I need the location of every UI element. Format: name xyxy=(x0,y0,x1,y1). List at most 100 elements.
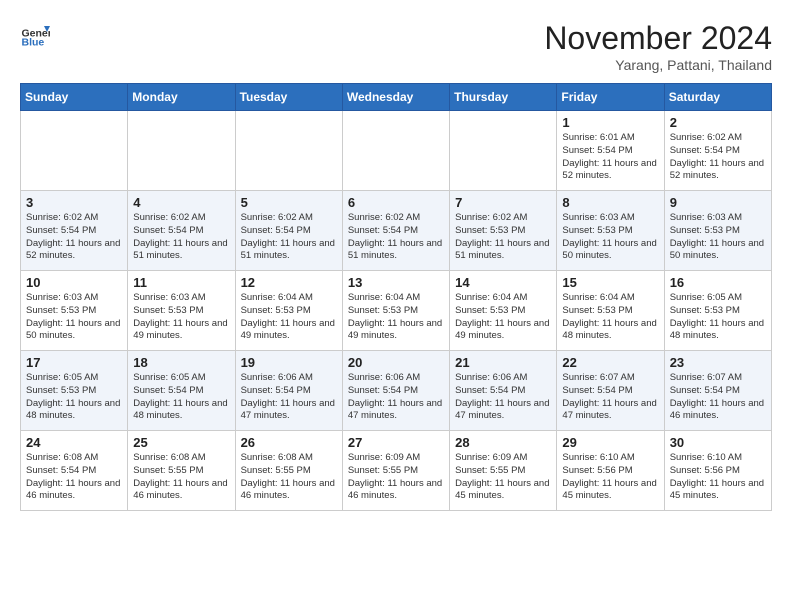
calendar-cell: 16 Sunrise: 6:05 AM Sunset: 5:53 PM Dayli… xyxy=(664,271,771,351)
calendar-cell: 29Sunrise: 6:10 AM Sunset: 5:56 PM Dayli… xyxy=(557,431,664,511)
day-info: Sunrise: 6:10 AM Sunset: 5:56 PM Dayligh… xyxy=(670,452,766,503)
day-number: 25 xyxy=(133,435,229,450)
day-number: 19 xyxy=(241,355,337,370)
calendar-cell: 23 Sunrise: 6:07 AM Sunset: 5:54 PM Dayli… xyxy=(664,351,771,431)
day-header: Friday xyxy=(557,84,664,111)
svg-text:Blue: Blue xyxy=(22,37,45,49)
location: Yarang, Pattani, Thailand xyxy=(544,57,772,73)
day-info: Sunrise: 6:02 AM Sunset: 5:54 PM Dayligh… xyxy=(670,132,766,183)
day-info: Sunrise: 6:03 AM Sunset: 5:53 PM Dayligh… xyxy=(562,212,658,263)
day-number: 23 xyxy=(670,355,766,370)
day-number: 11 xyxy=(133,275,229,290)
day-info: Sunrise: 6:02 AM Sunset: 5:54 PM Dayligh… xyxy=(26,212,122,263)
calendar-cell: 5 Sunrise: 6:02 AM Sunset: 5:54 PM Daylig… xyxy=(235,191,342,271)
calendar-cell: 19 Sunrise: 6:06 AM Sunset: 5:54 PM Dayli… xyxy=(235,351,342,431)
day-info: Sunrise: 6:05 AM Sunset: 5:54 PM Dayligh… xyxy=(133,372,229,423)
calendar-cell: 9 Sunrise: 6:03 AM Sunset: 5:53 PM Daylig… xyxy=(664,191,771,271)
title-block: November 2024 Yarang, Pattani, Thailand xyxy=(544,20,772,73)
calendar-cell: 20 Sunrise: 6:06 AM Sunset: 5:54 PM Dayli… xyxy=(342,351,449,431)
day-header: Wednesday xyxy=(342,84,449,111)
day-info: Sunrise: 6:06 AM Sunset: 5:54 PM Dayligh… xyxy=(348,372,444,423)
day-info: Sunrise: 6:02 AM Sunset: 5:54 PM Dayligh… xyxy=(241,212,337,263)
calendar-cell: 25Sunrise: 6:08 AM Sunset: 5:55 PM Dayli… xyxy=(128,431,235,511)
calendar-cell: 14Sunrise: 6:04 AM Sunset: 5:53 PM Dayli… xyxy=(450,271,557,351)
day-header: Thursday xyxy=(450,84,557,111)
calendar-cell: 13 Sunrise: 6:04 AM Sunset: 5:53 PM Dayli… xyxy=(342,271,449,351)
logo-icon: General Blue xyxy=(20,20,50,50)
calendar-cell: 8 Sunrise: 6:03 AM Sunset: 5:53 PM Daylig… xyxy=(557,191,664,271)
day-number: 28 xyxy=(455,435,551,450)
day-number: 30 xyxy=(670,435,766,450)
day-info: Sunrise: 6:04 AM Sunset: 5:53 PM Dayligh… xyxy=(455,292,551,343)
calendar-week-row: 10 Sunrise: 6:03 AM Sunset: 5:53 PM Dayli… xyxy=(21,271,772,351)
calendar-cell: 7Sunrise: 6:02 AM Sunset: 5:53 PM Daylig… xyxy=(450,191,557,271)
calendar-table: SundayMondayTuesdayWednesdayThursdayFrid… xyxy=(20,83,772,511)
day-header: Monday xyxy=(128,84,235,111)
day-number: 17 xyxy=(26,355,122,370)
calendar-week-row: 1 Sunrise: 6:01 AM Sunset: 5:54 PM Daylig… xyxy=(21,111,772,191)
calendar-cell: 4Sunrise: 6:02 AM Sunset: 5:54 PM Daylig… xyxy=(128,191,235,271)
page-header: General Blue November 2024 Yarang, Patta… xyxy=(20,20,772,73)
day-number: 8 xyxy=(562,195,658,210)
calendar-cell xyxy=(235,111,342,191)
month-title: November 2024 xyxy=(544,20,772,57)
calendar-cell: 10 Sunrise: 6:03 AM Sunset: 5:53 PM Dayli… xyxy=(21,271,128,351)
calendar-cell: 3 Sunrise: 6:02 AM Sunset: 5:54 PM Daylig… xyxy=(21,191,128,271)
calendar-cell: 1 Sunrise: 6:01 AM Sunset: 5:54 PM Daylig… xyxy=(557,111,664,191)
calendar-week-row: 24 Sunrise: 6:08 AM Sunset: 5:54 PM Dayli… xyxy=(21,431,772,511)
day-info: Sunrise: 6:08 AM Sunset: 5:55 PM Dayligh… xyxy=(241,452,337,503)
day-header: Tuesday xyxy=(235,84,342,111)
day-number: 9 xyxy=(670,195,766,210)
day-number: 20 xyxy=(348,355,444,370)
day-number: 12 xyxy=(241,275,337,290)
day-header: Sunday xyxy=(21,84,128,111)
calendar-cell: 17 Sunrise: 6:05 AM Sunset: 5:53 PM Dayli… xyxy=(21,351,128,431)
day-info: Sunrise: 6:03 AM Sunset: 5:53 PM Dayligh… xyxy=(26,292,122,343)
day-info: Sunrise: 6:08 AM Sunset: 5:54 PM Dayligh… xyxy=(26,452,122,503)
day-number: 18 xyxy=(133,355,229,370)
day-number: 6 xyxy=(348,195,444,210)
day-number: 13 xyxy=(348,275,444,290)
day-info: Sunrise: 6:05 AM Sunset: 5:53 PM Dayligh… xyxy=(26,372,122,423)
day-number: 4 xyxy=(133,195,229,210)
day-number: 16 xyxy=(670,275,766,290)
day-info: Sunrise: 6:06 AM Sunset: 5:54 PM Dayligh… xyxy=(455,372,551,423)
calendar-cell: 11Sunrise: 6:03 AM Sunset: 5:53 PM Dayli… xyxy=(128,271,235,351)
calendar-cell: 27 Sunrise: 6:09 AM Sunset: 5:55 PM Dayli… xyxy=(342,431,449,511)
calendar-cell: 18 Sunrise: 6:05 AM Sunset: 5:54 PM Dayli… xyxy=(128,351,235,431)
day-header: Saturday xyxy=(664,84,771,111)
day-info: Sunrise: 6:09 AM Sunset: 5:55 PM Dayligh… xyxy=(348,452,444,503)
calendar-header-row: SundayMondayTuesdayWednesdayThursdayFrid… xyxy=(21,84,772,111)
calendar-cell xyxy=(450,111,557,191)
calendar-week-row: 17 Sunrise: 6:05 AM Sunset: 5:53 PM Dayli… xyxy=(21,351,772,431)
day-number: 10 xyxy=(26,275,122,290)
day-info: Sunrise: 6:06 AM Sunset: 5:54 PM Dayligh… xyxy=(241,372,337,423)
calendar-week-row: 3 Sunrise: 6:02 AM Sunset: 5:54 PM Daylig… xyxy=(21,191,772,271)
day-info: Sunrise: 6:04 AM Sunset: 5:53 PM Dayligh… xyxy=(348,292,444,343)
day-number: 2 xyxy=(670,115,766,130)
calendar-cell: 22Sunrise: 6:07 AM Sunset: 5:54 PM Dayli… xyxy=(557,351,664,431)
day-number: 24 xyxy=(26,435,122,450)
calendar-cell xyxy=(128,111,235,191)
day-info: Sunrise: 6:01 AM Sunset: 5:54 PM Dayligh… xyxy=(562,132,658,183)
calendar-cell: 15 Sunrise: 6:04 AM Sunset: 5:53 PM Dayli… xyxy=(557,271,664,351)
day-number: 22 xyxy=(562,355,658,370)
calendar-cell xyxy=(21,111,128,191)
day-info: Sunrise: 6:07 AM Sunset: 5:54 PM Dayligh… xyxy=(670,372,766,423)
day-info: Sunrise: 6:02 AM Sunset: 5:54 PM Dayligh… xyxy=(348,212,444,263)
calendar-cell: 24 Sunrise: 6:08 AM Sunset: 5:54 PM Dayli… xyxy=(21,431,128,511)
calendar-cell xyxy=(342,111,449,191)
day-number: 3 xyxy=(26,195,122,210)
day-info: Sunrise: 6:05 AM Sunset: 5:53 PM Dayligh… xyxy=(670,292,766,343)
day-info: Sunrise: 6:04 AM Sunset: 5:53 PM Dayligh… xyxy=(562,292,658,343)
calendar-cell: 28Sunrise: 6:09 AM Sunset: 5:55 PM Dayli… xyxy=(450,431,557,511)
day-number: 15 xyxy=(562,275,658,290)
calendar-cell: 30 Sunrise: 6:10 AM Sunset: 5:56 PM Dayli… xyxy=(664,431,771,511)
day-number: 7 xyxy=(455,195,551,210)
day-info: Sunrise: 6:10 AM Sunset: 5:56 PM Dayligh… xyxy=(562,452,658,503)
day-number: 27 xyxy=(348,435,444,450)
day-number: 1 xyxy=(562,115,658,130)
day-info: Sunrise: 6:03 AM Sunset: 5:53 PM Dayligh… xyxy=(670,212,766,263)
day-number: 26 xyxy=(241,435,337,450)
day-number: 5 xyxy=(241,195,337,210)
